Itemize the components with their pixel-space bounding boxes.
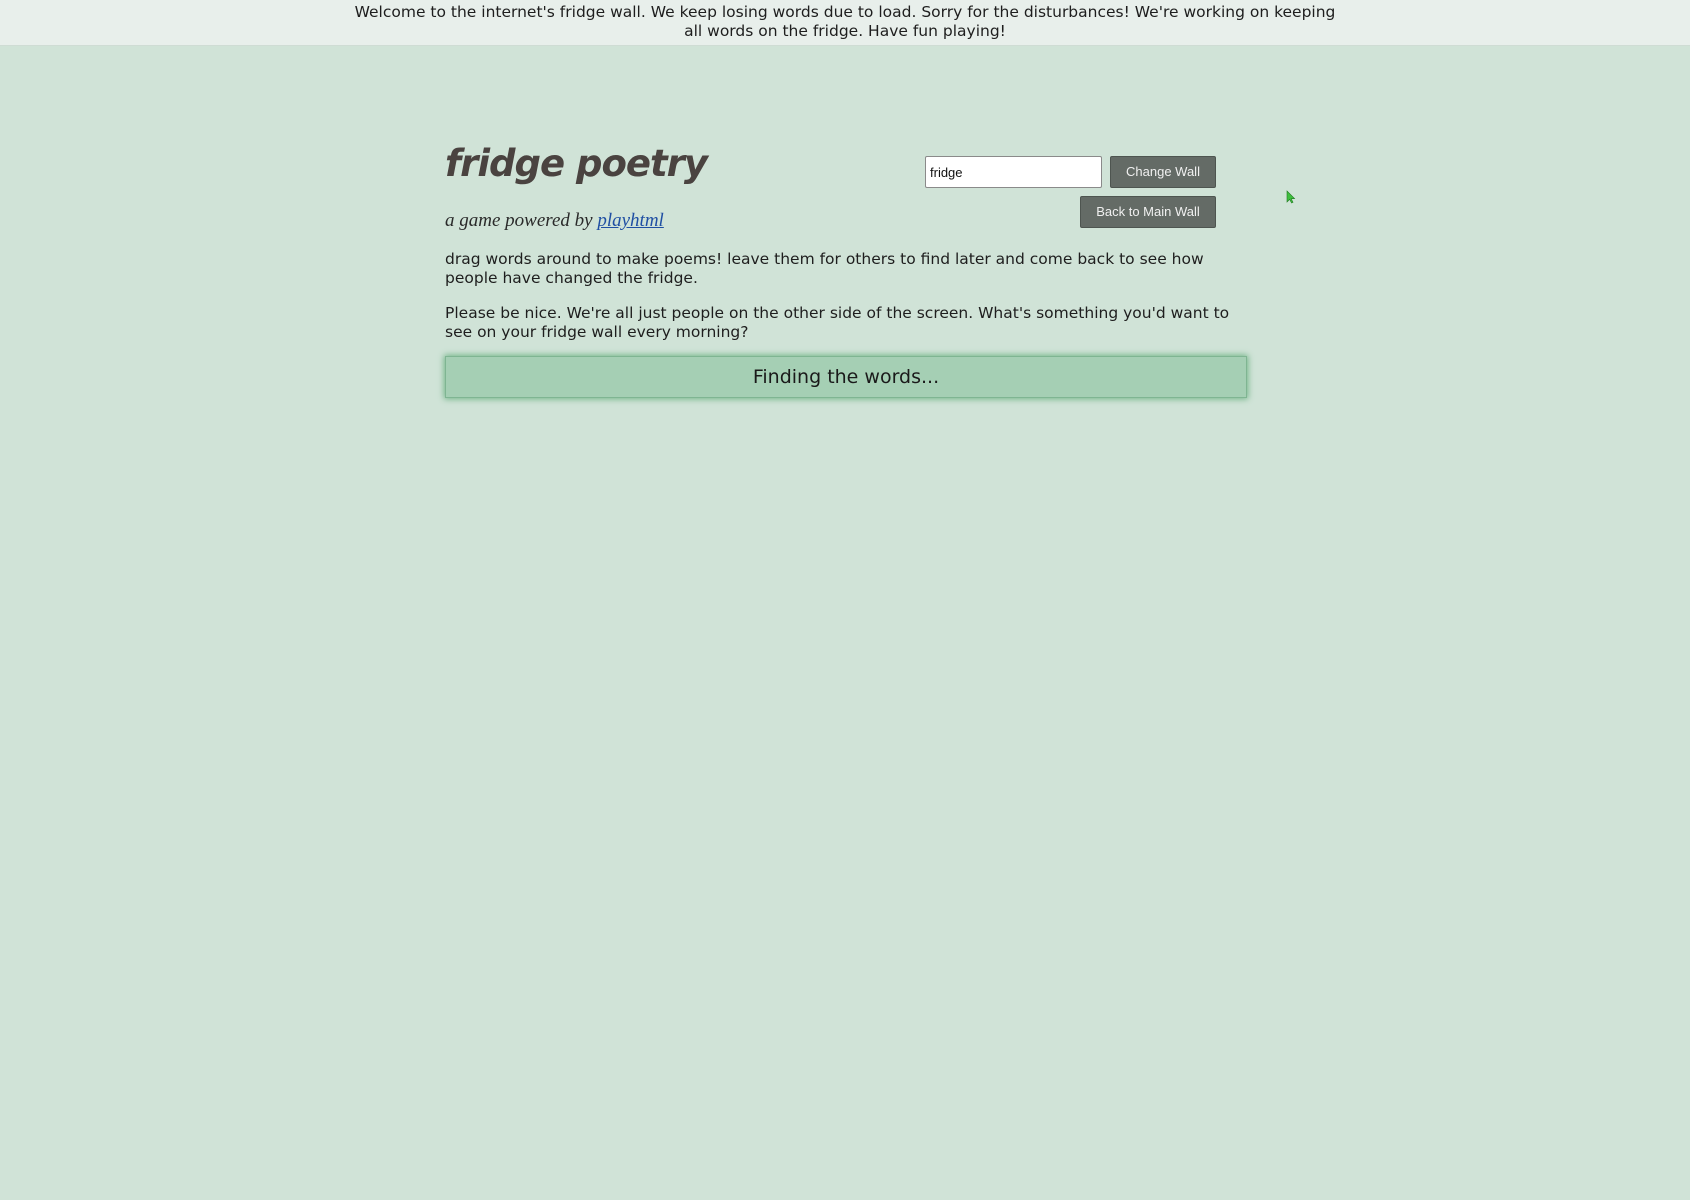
instructions-text: drag words around to make poems! leave t…	[445, 250, 1204, 287]
loading-text: Finding the words...	[752, 366, 940, 388]
wall-name-input[interactable]	[925, 156, 1102, 188]
fridge-wall-loading: Finding the words...	[445, 356, 1247, 398]
subtitle: a game powered by playhtml	[445, 210, 664, 232]
pointer-cursor-icon	[1286, 190, 1296, 204]
be-nice-note: Please be nice. We're all just people on…	[445, 304, 1230, 341]
change-wall-button[interactable]: Change Wall	[1110, 156, 1216, 188]
playhtml-link[interactable]: playhtml	[597, 210, 664, 231]
announcement-text: Welcome to the internet's fridge wall. W…	[354, 3, 1336, 40]
page-title: fridge poetry	[445, 142, 708, 185]
announcement-banner: Welcome to the internet's fridge wall. W…	[0, 0, 1690, 46]
subtitle-prefix: a game powered by	[445, 210, 593, 231]
back-to-main-wall-button[interactable]: Back to Main Wall	[1080, 196, 1216, 228]
